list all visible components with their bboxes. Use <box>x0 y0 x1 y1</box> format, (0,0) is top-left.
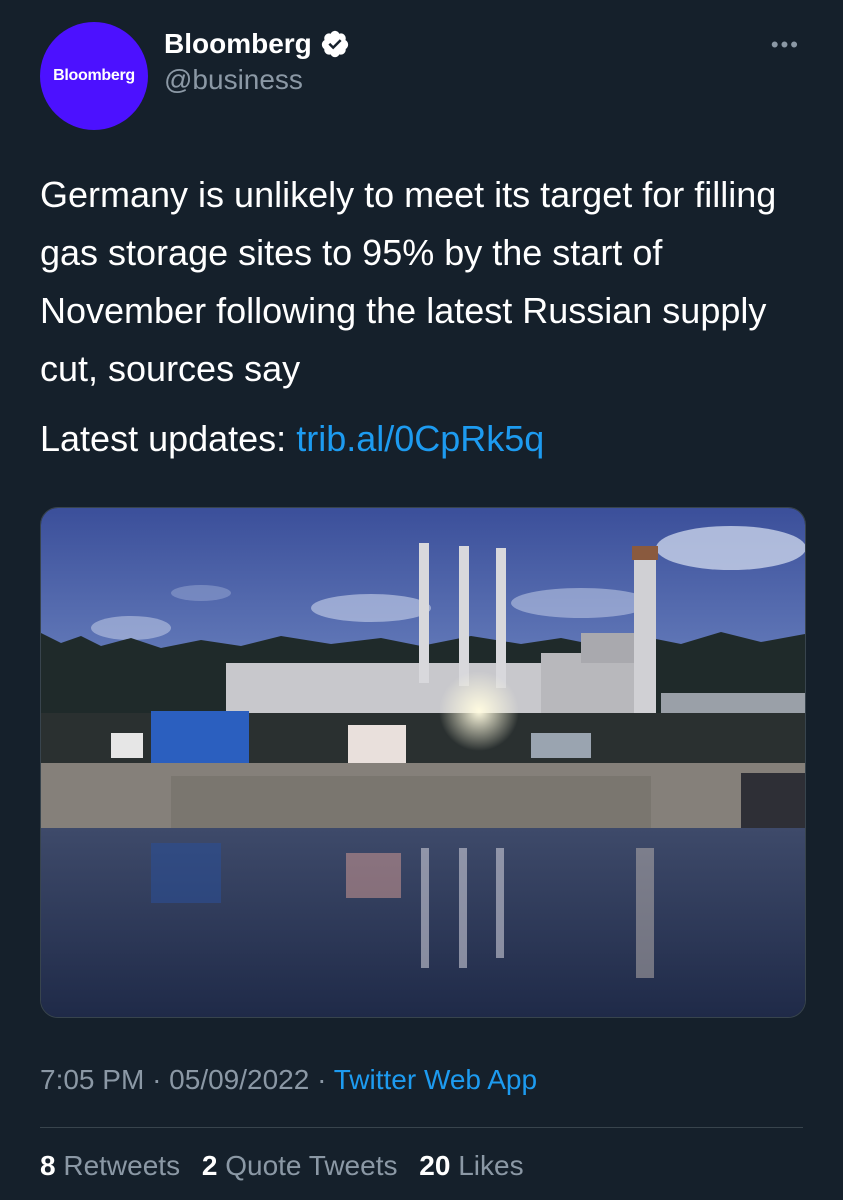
author-handle[interactable]: @business <box>164 64 350 96</box>
likes-count: 20 <box>419 1150 451 1181</box>
retweets-label: Retweets <box>63 1150 181 1181</box>
likes-label: Likes <box>458 1150 524 1181</box>
retweets-stat[interactable]: 8 Retweets <box>40 1150 188 1181</box>
divider <box>40 1127 803 1128</box>
quote-tweets-stat[interactable]: 2 Quote Tweets <box>202 1150 405 1181</box>
tweet-header: Bloomberg Bloomberg @business ••• <box>40 22 810 130</box>
likes-stat[interactable]: 20 Likes <box>419 1150 523 1181</box>
tweet-source[interactable]: Twitter Web App <box>334 1064 537 1095</box>
tweet-updates-line: Latest updates: trib.al/0CpRk5q <box>40 410 544 468</box>
tweet-stats: 8 Retweets 2 Quote Tweets 20 Likes <box>40 1150 538 1182</box>
quotes-count: 2 <box>201 1150 218 1181</box>
avatar-logo-text: Bloomberg <box>53 67 135 84</box>
gas-plant-photo <box>41 508 805 1017</box>
verified-badge-icon <box>321 30 348 58</box>
tweet-text: Germany is unlikely to meet its target f… <box>40 174 777 389</box>
tweet-link[interactable]: trib.al/0CpRk5q <box>296 418 544 459</box>
author-display-name[interactable]: Bloomberg <box>164 28 312 60</box>
author-info: Bloomberg @business <box>164 28 350 96</box>
avatar[interactable]: Bloomberg <box>40 22 148 130</box>
retweets-count: 8 <box>40 1150 56 1181</box>
quotes-label: Quote Tweets <box>225 1150 398 1181</box>
meta-separator: · <box>152 1064 162 1095</box>
tweet-meta: 7:05 PM · 05/09/2022 · Twitter Web App <box>40 1064 537 1096</box>
tweet-photo[interactable] <box>40 507 806 1018</box>
tweet-time[interactable]: 7:05 PM <box>40 1064 144 1095</box>
more-options-icon[interactable]: ••• <box>771 32 800 58</box>
tweet-date[interactable]: 05/09/2022 <box>169 1064 309 1095</box>
meta-separator-2: · <box>317 1064 327 1095</box>
updates-label: Latest updates: <box>40 418 287 459</box>
